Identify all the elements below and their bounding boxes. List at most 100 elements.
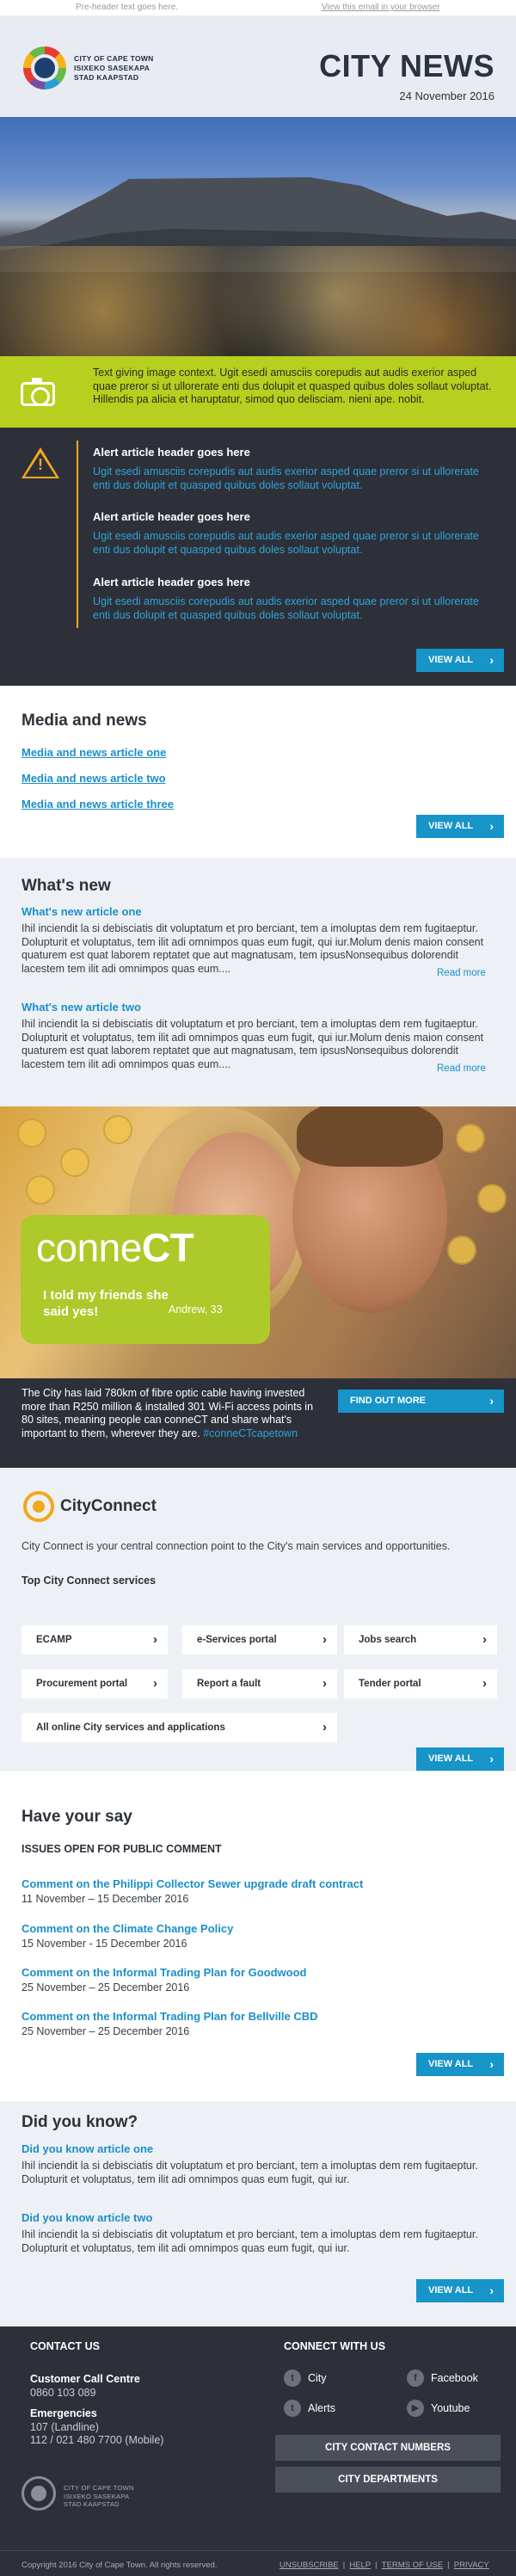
newsletter-date: 24 November 2016 (399, 89, 494, 102)
logo-line: STAD KAAPSTAD (74, 73, 139, 82)
connect-with-us-title: CONNECT WITH US (284, 2340, 386, 2352)
caption-text: Text giving image context. Ugit esedi am… (93, 367, 492, 405)
social-alerts-link[interactable]: Alerts (308, 2402, 335, 2414)
chevron-right-icon: › (489, 2283, 494, 2297)
connect-logo-light: conne (36, 1225, 142, 1270)
city-lights (0, 246, 516, 356)
have-your-say-title: Have your say (22, 1808, 132, 1826)
service-ecamp[interactable]: ECAMP › (22, 1625, 168, 1655)
read-more-link[interactable]: Read more (437, 968, 486, 978)
alert-title[interactable]: Alert article header goes here (93, 510, 497, 523)
media-news-title: Media and news (22, 712, 147, 730)
media-news-link[interactable]: Media and news article one (22, 746, 166, 759)
social-city-link[interactable]: City (308, 2372, 327, 2384)
city-connect-logo-dot (33, 1501, 45, 1513)
emoji-decoration (60, 1148, 89, 1177)
promo-quote: I told my friends she said yes! (43, 1288, 169, 1319)
whats-new-article-body: Ihil inciendit la si debisciatis dit vol… (22, 922, 484, 975)
link-separator: | (447, 2561, 450, 2570)
contact-us-title: CONTACT US (30, 2340, 101, 2352)
twitter-icon[interactable]: t (284, 2370, 301, 2387)
footer-logo-text: CITY OF CAPE TOWN ISIXEKO SASEKAPA STAD … (64, 2484, 134, 2509)
footer-links: UNSUBSCRIBE | HELP | TERMS OF USE | PRIVACY (280, 2561, 489, 2570)
chevron-right-icon: › (489, 819, 494, 833)
alert-title[interactable]: Alert article header goes here (93, 576, 497, 589)
view-in-browser-link[interactable]: View this email in your browser (322, 3, 440, 12)
city-contact-numbers-button[interactable]: CITY CONTACT NUMBERS (275, 2435, 501, 2461)
did-you-know-section: Did you know? Did you know article one I… (0, 2101, 516, 2326)
read-more-link[interactable]: Read more (437, 1063, 486, 1074)
service-jobs-search[interactable]: Jobs search › (344, 1625, 497, 1655)
youtube-icon[interactable]: ▶ (407, 2400, 424, 2417)
hero-image (0, 117, 516, 356)
media-news-link[interactable]: Media and news article two (22, 772, 166, 785)
service-procurement[interactable]: Procurement portal › (22, 1669, 168, 1698)
speech-bubble-tail (232, 1313, 267, 1339)
media-view-all-button[interactable]: VIEW ALL › (416, 815, 504, 838)
privacy-link[interactable]: PRIVACY (454, 2561, 489, 2570)
connect-promo-image: conneCT I told my friends she said yes! … (0, 1106, 516, 1378)
chevron-right-icon: › (322, 1720, 327, 1735)
service-label: Tender portal (359, 1679, 421, 1689)
did-you-know-article-title[interactable]: Did you know article two (22, 2211, 152, 2224)
facebook-icon[interactable]: f (407, 2370, 424, 2387)
alert-body: Ugit esedi amusciis corepudis aut audis … (93, 465, 479, 491)
comment-dates: 25 November – 25 December 2016 (22, 1981, 190, 1994)
man-hair (297, 1106, 443, 1167)
button-label: VIEW ALL (428, 2059, 474, 2069)
emoji-decoration (456, 1124, 485, 1153)
city-logo-core (34, 58, 55, 78)
comment-link[interactable]: Comment on the Philippi Collector Sewer … (22, 1877, 363, 1890)
media-news-link[interactable]: Media and news article three (22, 798, 174, 810)
find-out-more-button[interactable]: FIND OUT MORE › (338, 1390, 504, 1413)
promo-description: The City has laid 780km of fibre optic c… (22, 1387, 318, 1440)
logo-line: STAD KAAPSTAD (64, 2500, 120, 2508)
service-report-fault[interactable]: Report a fault › (182, 1669, 337, 1698)
service-e-services[interactable]: e-Services portal › (182, 1625, 337, 1655)
alert-item: Alert article header goes here Ugit esed… (93, 510, 497, 557)
service-tender-portal[interactable]: Tender portal › (344, 1669, 497, 1698)
emoji-decoration (26, 1175, 55, 1205)
comment-link[interactable]: Comment on the Informal Trading Plan for… (22, 2010, 318, 2023)
comment-dates: 25 November – 25 December 2016 (22, 2025, 190, 2037)
social-youtube-link[interactable]: Youtube (431, 2402, 470, 2414)
emoji-decoration (103, 1115, 132, 1144)
help-link[interactable]: HELP (349, 2561, 371, 2570)
promo-hashtag[interactable]: #conneCTcapetown (203, 1427, 298, 1439)
have-your-say-section: Have your say ISSUES OPEN FOR PUBLIC COM… (0, 1772, 516, 2101)
emergencies-mobile[interactable]: 112 / 021 480 7700 (Mobile) (30, 2434, 163, 2448)
twitter-icon[interactable]: t (284, 2400, 301, 2417)
warning-icon-mark: ! (38, 456, 43, 473)
city-connect-view-all-button[interactable]: VIEW ALL › (416, 1747, 504, 1771)
social-facebook-link[interactable]: Facebook (431, 2372, 478, 2384)
button-label: FIND OUT MORE (350, 1396, 426, 1406)
did-you-know-article-title[interactable]: Did you know article one (22, 2142, 153, 2155)
emoji-decoration (17, 1119, 46, 1148)
comment-link[interactable]: Comment on the Climate Change Policy (22, 1922, 233, 1935)
alerts-view-all-button[interactable]: VIEW ALL › (416, 649, 504, 672)
service-label: All online City services and application… (36, 1722, 225, 1733)
button-label: VIEW ALL (428, 2285, 474, 2296)
call-centre-number[interactable]: 0860 103 089 (30, 2387, 95, 2400)
header: CITY OF CAPE TOWN ISIXEKO SASEKAPA STAD … (0, 15, 516, 117)
whats-new-title: What's new (22, 877, 111, 895)
button-label: VIEW ALL (428, 821, 474, 831)
did-you-know-title: Did you know? (22, 2113, 138, 2131)
comment-link[interactable]: Comment on the Informal Trading Plan for… (22, 1966, 307, 1979)
emergencies-landline[interactable]: 107 (Landline) (30, 2421, 99, 2435)
service-all-online[interactable]: All online City services and application… (22, 1713, 337, 1742)
did-you-know-view-all-button[interactable]: VIEW ALL › (416, 2279, 504, 2302)
whats-new-article-title[interactable]: What's new article one (22, 905, 142, 918)
chevron-right-icon: › (153, 1632, 157, 1647)
terms-link[interactable]: TERMS OF USE (382, 2561, 443, 2570)
unsubscribe-link[interactable]: UNSUBSCRIBE (280, 2561, 339, 2570)
camera-icon (21, 378, 55, 406)
did-you-know-article-body: Ihil inciendit la si debisciatis dit vol… (22, 2228, 478, 2254)
service-label: Jobs search (359, 1635, 417, 1645)
have-your-say-view-all-button[interactable]: VIEW ALL › (416, 2053, 504, 2076)
city-departments-button[interactable]: CITY DEPARTMENTS (275, 2467, 501, 2493)
footer: CONTACT US Customer Call Centre 0860 103… (0, 2326, 516, 2576)
chevron-right-icon: › (489, 1394, 494, 1408)
alert-title[interactable]: Alert article header goes here (93, 446, 497, 459)
whats-new-article-title[interactable]: What's new article two (22, 1001, 141, 1014)
